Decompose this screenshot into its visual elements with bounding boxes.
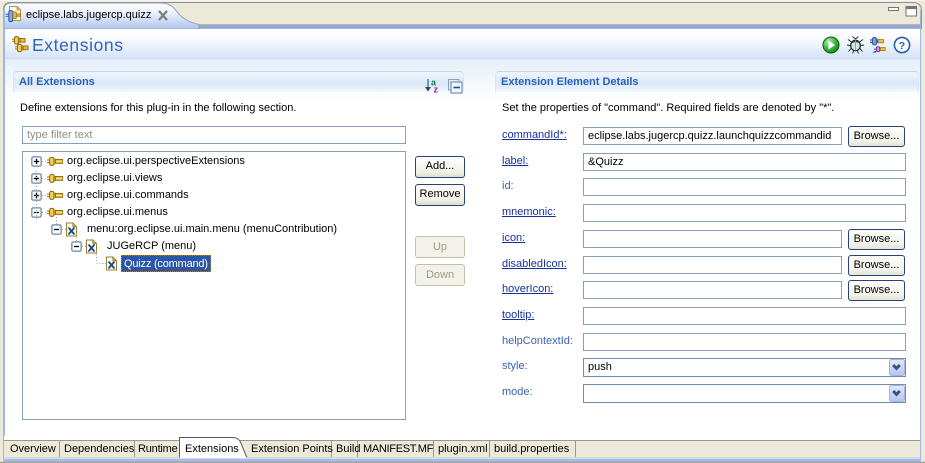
svg-text:z: z — [434, 85, 439, 95]
svg-text:?: ? — [899, 40, 905, 52]
